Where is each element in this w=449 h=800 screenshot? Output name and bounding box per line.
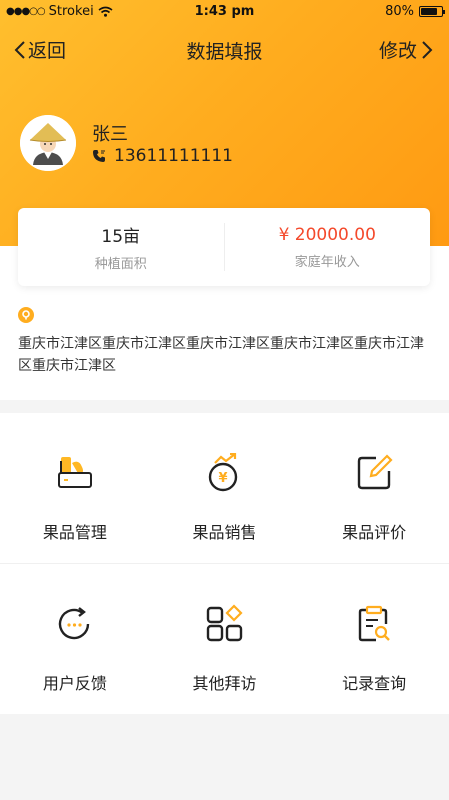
- other-visits-button[interactable]: 其他拜访: [150, 564, 300, 714]
- status-bar: ●●●○○ Strokei 1:43 pm 80%: [0, 0, 449, 24]
- grid-row: 用户反馈 其他拜访 记录查询: [0, 564, 449, 714]
- user-feedback-icon: [58, 607, 90, 640]
- planting-area-value: 15亩: [101, 227, 141, 247]
- fruit-sales-button[interactable]: ¥ 果品销售: [150, 413, 300, 563]
- back-button[interactable]: 返回: [14, 36, 66, 63]
- user-name: 张三: [92, 124, 128, 145]
- fruit-management-button[interactable]: 果品管理: [0, 413, 150, 563]
- fruit-review-label: 果品评价: [342, 523, 407, 542]
- address-text: 重庆市江津区重庆市江津区重庆市江津区重庆市江津区重庆市江津区重庆市江津区: [18, 336, 424, 374]
- stat-annual-income: ¥ 20000.00 家庭年收入: [225, 225, 431, 270]
- back-label: 返回: [28, 40, 67, 62]
- location-pin-icon: [18, 307, 34, 327]
- fruit-review-icon: [357, 454, 393, 490]
- user-feedback-button[interactable]: 用户反馈: [0, 564, 150, 714]
- function-grid: 果品管理 ¥ 果品销售 果品评价 用户反馈 其他拜访 记录查询: [0, 413, 449, 714]
- nav-bar: 返回 数据填报 修改: [0, 30, 449, 70]
- avatar[interactable]: [20, 115, 76, 171]
- battery-icon: [419, 6, 445, 17]
- chevron-left-icon: [14, 40, 25, 59]
- fruit-review-button[interactable]: 果品评价: [299, 413, 449, 563]
- annual-income-value: ¥ 20000.00: [278, 224, 376, 245]
- farmer-avatar-icon: [20, 115, 76, 171]
- grid-row: 果品管理 ¥ 果品销售 果品评价: [0, 413, 449, 563]
- phone-number: 13611111111: [114, 146, 233, 166]
- status-time: 1:43 pm: [194, 4, 255, 19]
- fruit-sales-label: 果品销售: [192, 523, 257, 542]
- edit-button[interactable]: 修改: [379, 36, 433, 63]
- chevron-right-icon: [422, 40, 433, 59]
- edit-label: 修改: [378, 40, 417, 62]
- stats-card: 15亩 种植面积 ¥ 20000.00 家庭年收入: [18, 208, 430, 286]
- user-feedback-label: 用户反馈: [42, 674, 107, 693]
- phone-row: 13611111111: [92, 146, 233, 166]
- phone-icon: [93, 150, 105, 162]
- fruit-management-icon: [57, 457, 92, 488]
- other-visits-icon: [206, 604, 243, 642]
- record-query-button[interactable]: 记录查询: [299, 564, 449, 714]
- svg-text:¥: ¥: [218, 471, 227, 486]
- annual-income-label: 家庭年收入: [294, 254, 360, 270]
- record-query-icon: [358, 605, 391, 642]
- battery-percent: 80%: [385, 4, 414, 19]
- fruit-sales-icon: ¥: [208, 453, 237, 492]
- fruit-management-label: 果品管理: [42, 523, 107, 542]
- other-visits-label: 其他拜访: [192, 674, 257, 693]
- planting-area-label: 种植面积: [94, 257, 147, 272]
- stat-planting-area: 15亩 种植面积: [18, 222, 224, 272]
- record-query-label: 记录查询: [342, 674, 407, 693]
